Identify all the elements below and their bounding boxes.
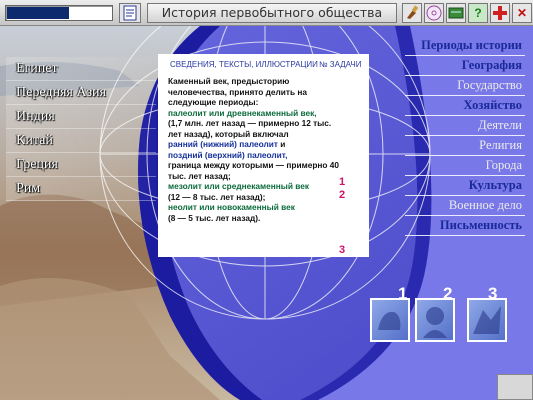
- panel-text-paleo-dates: (1,7 млн. лет назад — примерно 12 тыс. л…: [168, 118, 332, 139]
- illustration-thumbnail[interactable]: [467, 298, 507, 342]
- panel-text-and: и: [277, 139, 286, 149]
- term-lower-paleolithic[interactable]: ранний (нижний) палеолит: [168, 139, 278, 149]
- term-mesolithic[interactable]: мезолит или среднекаменный век: [168, 181, 344, 192]
- window-title: История первобытного общества: [147, 3, 397, 23]
- progress-fill: [7, 7, 69, 19]
- panel-text-boundary: граница между которыми — примерно 40 тыс…: [168, 160, 340, 181]
- close-icon[interactable]: ✕: [512, 3, 532, 23]
- left-nav-item-near-east[interactable]: Передняя Азия: [6, 81, 156, 105]
- term-upper-paleolithic[interactable]: поздний (верхний) палеолит,: [168, 150, 344, 161]
- disc-icon[interactable]: [424, 3, 444, 23]
- right-nav-item-state[interactable]: Государство: [405, 76, 525, 96]
- term-paleolithic[interactable]: палеолит или древнекаменный век,: [168, 108, 344, 119]
- left-nav-item-rome[interactable]: Рим: [6, 177, 156, 201]
- left-nav-item-india[interactable]: Индия: [6, 105, 156, 129]
- left-nav-item-greece[interactable]: Греция: [6, 153, 156, 177]
- task-number[interactable]: 1: [339, 176, 345, 188]
- right-nav: Периоды истории География Государство Хо…: [405, 36, 525, 236]
- corner-panel: [497, 374, 533, 400]
- card-icon[interactable]: [446, 3, 466, 23]
- progress-bar: [5, 5, 113, 21]
- help-icon[interactable]: ?: [468, 3, 488, 23]
- illustration-thumbnail[interactable]: [415, 298, 455, 342]
- right-nav-item-geography[interactable]: География: [405, 56, 525, 76]
- right-nav-item-periods[interactable]: Периоды истории: [405, 36, 525, 56]
- left-nav-item-china[interactable]: Китай: [6, 129, 156, 153]
- right-nav-item-figures[interactable]: Деятели: [405, 116, 525, 136]
- plus-icon[interactable]: [490, 3, 510, 23]
- left-nav-item-egypt[interactable]: Египет: [6, 57, 156, 81]
- top-toolbar: История первобытного общества ? ✕: [0, 0, 533, 26]
- left-nav: Египет Передняя Азия Индия Китай Греция …: [6, 57, 156, 201]
- panel-text-intro: Каменный век, предысторию человечества, …: [168, 76, 307, 107]
- right-nav-item-cities[interactable]: Города: [405, 156, 525, 176]
- task-number[interactable]: 3: [339, 244, 345, 256]
- right-nav-item-religion[interactable]: Религия: [405, 136, 525, 156]
- task-number[interactable]: 2: [339, 189, 345, 201]
- illustration-thumbnail[interactable]: [370, 298, 410, 342]
- panel-text-neo-dates: (8 — 5 тыс. лет назад).: [168, 212, 261, 223]
- panel-header-tasks: № ЗАДАЧИ: [319, 60, 362, 69]
- panel-text-meso-dates: (12 — 8 тыс. лет назад);: [168, 191, 266, 202]
- panel-header: СВЕДЕНИЯ, ТЕКСТЫ, ИЛЛЮСТРАЦИИ № ЗАДАЧИ: [164, 58, 363, 72]
- term-neolithic[interactable]: неолит или новокаменный век: [168, 202, 344, 213]
- right-nav-item-warfare[interactable]: Военное дело: [405, 196, 525, 216]
- panel-body: Каменный век, предысторию человечества, …: [168, 76, 344, 223]
- document-icon[interactable]: [119, 3, 141, 23]
- content-panel: СВЕДЕНИЯ, ТЕКСТЫ, ИЛЛЮСТРАЦИИ № ЗАДАЧИ К…: [158, 54, 369, 257]
- right-nav-item-writing[interactable]: Письменность: [405, 216, 525, 236]
- right-nav-item-economy[interactable]: Хозяйство: [405, 96, 525, 116]
- main-stage: Египет Передняя Азия Индия Китай Греция …: [0, 26, 533, 400]
- brush-icon[interactable]: [402, 3, 422, 23]
- panel-header-info: СВЕДЕНИЯ, ТЕКСТЫ, ИЛЛЮСТРАЦИИ: [170, 60, 318, 69]
- right-nav-item-culture[interactable]: Культура: [405, 176, 525, 196]
